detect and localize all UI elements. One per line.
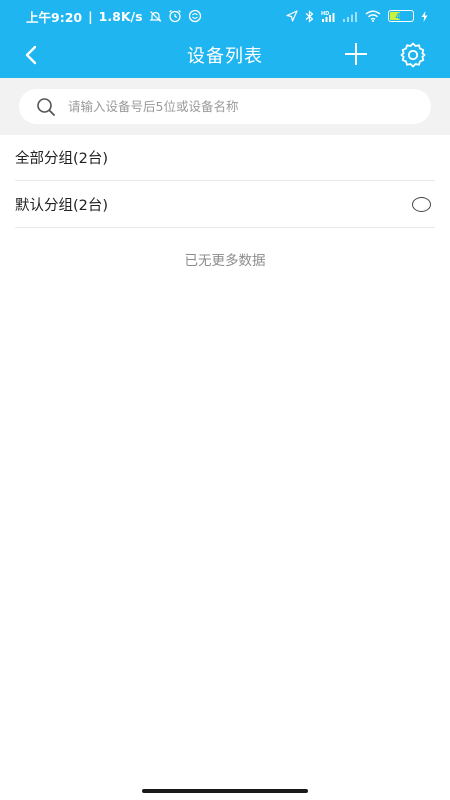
hd-signal-icon: HD [321,10,335,23]
plus-icon [345,43,367,65]
no-more-data-text: 已无更多数据 [184,253,266,269]
bluetooth-icon [305,9,314,23]
search-box[interactable] [19,89,431,124]
group-label: 全部分组(2台) [15,151,109,167]
group-item-default[interactable]: 默认分组(2台) [15,181,435,228]
nav-bar: 设备列表 [0,32,450,78]
search-icon [37,97,55,116]
search-input[interactable] [68,99,398,114]
sync-icon [188,9,202,23]
group-list: 全部分组(2台) 默认分组(2台) [0,135,450,228]
status-bar: 上午9:20 | 1.8K/s HD 48 [0,0,450,32]
cellular-signal-icon [342,10,358,22]
group-item-all[interactable]: 全部分组(2台) [15,135,435,181]
app-header: 上午9:20 | 1.8K/s HD 48 设备列表 [0,0,450,78]
back-button[interactable] [16,40,46,70]
status-separator: | [88,8,93,24]
gear-icon [400,42,426,68]
home-indicator[interactable] [142,789,308,793]
search-area [0,78,450,135]
status-right: HD 48 [286,9,428,23]
location-icon [286,10,298,22]
back-arrow-icon [25,45,37,65]
page-title: 设备列表 [187,46,263,67]
wifi-icon [365,10,381,22]
mute-bell-icon [149,10,162,23]
battery-level: 48 [395,11,407,21]
settings-button[interactable] [397,39,429,71]
group-radio-button[interactable] [412,196,431,212]
network-speed: 1.8K/s [98,8,143,24]
status-time: 上午9:20 [26,9,83,25]
status-left: 上午9:20 | 1.8K/s [26,7,202,26]
group-label: 默认分组(2台) [15,197,109,214]
alarm-icon [168,9,182,23]
charging-icon [421,10,428,22]
add-device-button[interactable] [341,39,371,69]
svg-text:HD: HD [321,11,329,17]
battery-icon: 48 [388,10,414,22]
